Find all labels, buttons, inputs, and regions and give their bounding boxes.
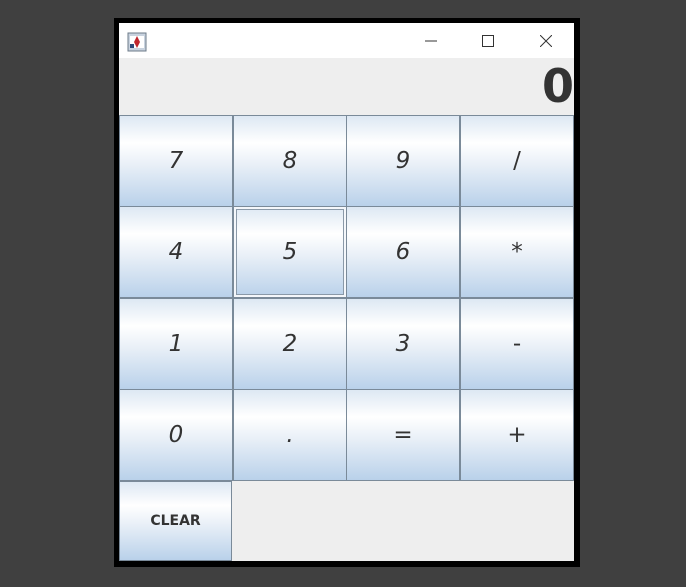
key-7[interactable]: 7	[119, 115, 233, 207]
minimize-icon	[425, 40, 437, 41]
key-8[interactable]: 8	[233, 115, 347, 207]
close-icon	[540, 34, 552, 47]
key-1[interactable]: 1	[119, 298, 233, 390]
keypad: 7 8 9 / 4 5 6 * 1 2 3 - 0 . = +	[119, 115, 574, 481]
key-subtract[interactable]: -	[460, 298, 574, 390]
key-0[interactable]: 0	[119, 389, 233, 481]
title-bar[interactable]	[119, 23, 574, 58]
java-app-icon	[127, 32, 147, 52]
calculator-content: 0 7 8 9 / 4 5 6 * 1 2 3 - 0 . = + CLEAR	[119, 58, 574, 561]
calculator-window: 0 7 8 9 / 4 5 6 * 1 2 3 - 0 . = + CLEAR	[114, 18, 580, 567]
clear-button[interactable]: CLEAR	[119, 481, 232, 561]
key-5[interactable]: 5	[233, 206, 347, 298]
minimize-button[interactable]	[403, 23, 459, 58]
close-button[interactable]	[518, 23, 574, 58]
key-4[interactable]: 4	[119, 206, 233, 298]
maximize-button[interactable]	[460, 23, 516, 58]
key-6[interactable]: 6	[346, 206, 460, 298]
key-9[interactable]: 9	[346, 115, 460, 207]
maximize-icon	[482, 34, 494, 47]
key-add[interactable]: +	[460, 389, 574, 481]
key-divide[interactable]: /	[460, 115, 574, 207]
result-display: 0	[541, 59, 574, 113]
key-3[interactable]: 3	[346, 298, 460, 390]
key-decimal[interactable]: .	[233, 389, 347, 481]
key-2[interactable]: 2	[233, 298, 347, 390]
key-equals[interactable]: =	[346, 389, 460, 481]
key-multiply[interactable]: *	[460, 206, 574, 298]
